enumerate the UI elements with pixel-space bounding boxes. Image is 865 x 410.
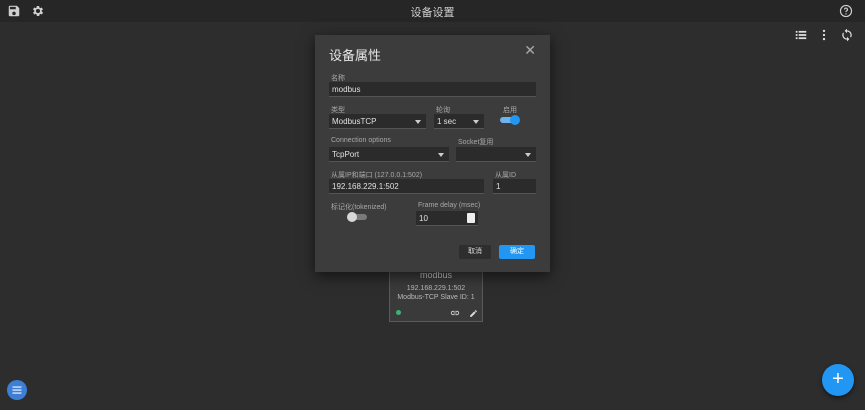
- enable-label: 启用: [503, 107, 517, 114]
- top-bar: 设备设置: [0, 0, 865, 22]
- type-value: ModbusTCP: [332, 117, 377, 126]
- edit-icon[interactable]: [468, 309, 478, 317]
- connection-select[interactable]: TcpPort: [329, 147, 449, 162]
- add-device-button[interactable]: +: [822, 364, 854, 396]
- name-input[interactable]: modbus: [329, 82, 536, 97]
- device-properties-dialog: 设备属性 ✕ 名称 modbus 类型 ModbusTCP 轮询 1 sec 启…: [315, 35, 550, 272]
- chevron-down-icon: [415, 120, 421, 124]
- socket-label: Socket复用: [458, 139, 494, 146]
- stepper-icon[interactable]: [467, 213, 475, 223]
- menu-icon: [12, 386, 22, 394]
- frame-delay-value: 10: [419, 214, 428, 223]
- tokenized-toggle[interactable]: [347, 212, 369, 222]
- slave-id-input[interactable]: 1: [493, 179, 536, 194]
- ok-button[interactable]: 确定: [499, 245, 535, 259]
- frame-delay-label: Frame delay (msec): [418, 202, 481, 209]
- close-icon[interactable]: ✕: [524, 42, 536, 59]
- cancel-button[interactable]: 取消: [459, 245, 491, 259]
- polling-select[interactable]: 1 sec: [434, 114, 484, 129]
- chevron-down-icon: [473, 120, 479, 124]
- link-icon[interactable]: [450, 309, 460, 317]
- chevron-down-icon: [438, 153, 444, 157]
- polling-value: 1 sec: [437, 117, 457, 126]
- page-title: 设备设置: [410, 7, 455, 19]
- connection-label: Connection options: [331, 137, 391, 144]
- status-dot: [396, 310, 401, 315]
- chevron-down-icon: [525, 153, 531, 157]
- frame-delay-input[interactable]: 10: [416, 211, 478, 226]
- type-select[interactable]: ModbusTCP: [329, 114, 426, 129]
- socket-select[interactable]: [456, 147, 536, 162]
- list-icon[interactable]: [793, 27, 809, 43]
- device-node[interactable]: modbus 192.168.229.1:502 Modbus-TCP Slav…: [389, 265, 483, 322]
- ip-input[interactable]: 192.168.229.1:502: [329, 179, 484, 194]
- sync-icon[interactable]: [839, 27, 855, 43]
- tokenized-label: 标记化(tokenized): [331, 204, 387, 211]
- node-address: 192.168.229.1:502: [406, 285, 466, 292]
- more-vert-icon[interactable]: [816, 27, 832, 43]
- enable-toggle[interactable]: [498, 115, 520, 125]
- connection-value: TcpPort: [332, 150, 360, 159]
- node-slave-id: Modbus-TCP Slave ID: 1: [397, 294, 475, 301]
- help-icon[interactable]: [838, 3, 854, 19]
- menu-button[interactable]: [7, 380, 27, 400]
- dialog-title: 设备属性: [329, 48, 382, 63]
